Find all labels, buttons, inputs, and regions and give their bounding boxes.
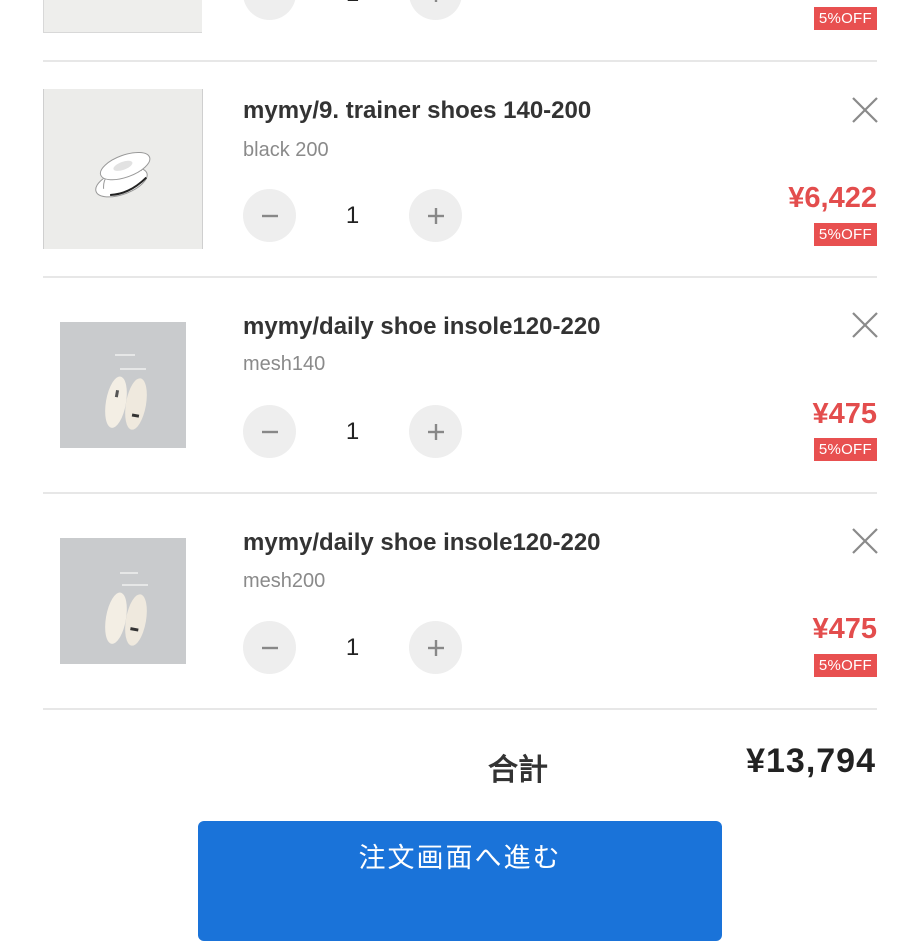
quantity-increase-button[interactable]: [409, 621, 462, 674]
plus-icon: [427, 423, 444, 440]
quantity-decrease-button[interactable]: [243, 405, 296, 458]
plus-icon: [434, 0, 437, 2]
discount-badge: 5%OFF: [813, 7, 877, 30]
product-variant: black 200: [243, 139, 329, 161]
product-thumbnail[interactable]: [43, 89, 203, 249]
cart-item: mymy/9. trainer shoes 140-200 black 200 …: [0, 62, 920, 278]
shoe-insole-image: [105, 354, 147, 430]
cart-item: 1 5%OFF: [0, 0, 920, 62]
trainer-shoes-image: [95, 151, 151, 198]
quantity-decrease-button[interactable]: [243, 621, 296, 674]
product-variant: mesh200: [243, 570, 326, 592]
product-thumbnail[interactable]: [60, 322, 186, 448]
quantity-value: 1: [345, 418, 360, 445]
minus-icon: [261, 214, 278, 217]
quantity-value: 1: [325, 0, 380, 20]
product-variant: mesh140: [243, 353, 326, 375]
total-label: 合計: [488, 754, 548, 787]
plus-icon: [427, 639, 444, 656]
quantity-value: 1: [345, 202, 360, 229]
product-thumbnail[interactable]: [60, 538, 186, 664]
item-price: ¥6,422: [788, 182, 877, 214]
total-value: ¥13,794: [746, 742, 876, 780]
close-icon: [852, 97, 878, 123]
remove-item-button[interactable]: [849, 309, 881, 341]
discount-badge: 5%OFF: [813, 223, 877, 246]
quantity-increase-button[interactable]: [409, 0, 462, 20]
cart-item: mymy/daily shoe insole120-220 mesh200 1 …: [0, 494, 920, 710]
item-price: ¥475: [812, 398, 877, 430]
product-title[interactable]: mymy/9. trainer shoes 140-200: [243, 97, 591, 125]
minus-icon: [261, 646, 278, 649]
close-icon: [852, 312, 878, 338]
close-icon: [852, 528, 878, 554]
discount-badge: 5%OFF: [813, 654, 877, 677]
discount-badge: 5%OFF: [813, 438, 877, 461]
minus-icon: [261, 430, 278, 433]
quantity-decrease-button[interactable]: [243, 189, 296, 242]
product-title[interactable]: mymy/daily shoe insole120-220: [243, 313, 601, 341]
product-thumbnail[interactable]: [43, 0, 202, 33]
product-title[interactable]: mymy/daily shoe insole120-220: [243, 529, 601, 557]
minus-icon: [261, 0, 279, 3]
proceed-to-checkout-button[interactable]: 注文画面へ進む: [198, 821, 722, 941]
shoe-insole-image: [105, 572, 148, 646]
remove-item-button[interactable]: [849, 525, 881, 557]
item-price: ¥475: [812, 613, 877, 645]
quantity-decrease-button[interactable]: [243, 0, 296, 20]
divider: [43, 708, 877, 710]
quantity-value: 1: [345, 634, 360, 661]
quantity-increase-button[interactable]: [409, 405, 462, 458]
cart-item: mymy/daily shoe insole120-220 mesh140 1 …: [0, 278, 920, 494]
remove-item-button[interactable]: [849, 94, 881, 126]
plus-icon: [427, 207, 444, 224]
quantity-increase-button[interactable]: [409, 189, 462, 242]
